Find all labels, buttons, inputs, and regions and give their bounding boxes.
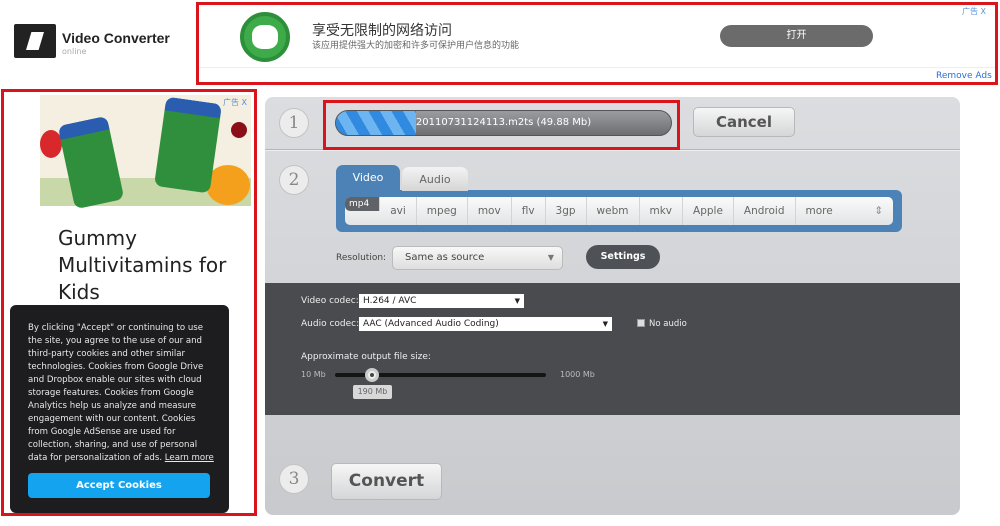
- slider-max-label: 1000 Mb: [560, 370, 595, 379]
- slider-handle[interactable]: [365, 368, 379, 382]
- video-codec-value: H.264 / AVC: [363, 296, 417, 306]
- video-codec-label: Video codec:: [301, 296, 359, 306]
- audio-codec-value: AAC (Advanced Audio Coding): [363, 319, 499, 329]
- tab-audio[interactable]: Audio: [402, 167, 468, 191]
- resolution-value: Same as source: [405, 252, 485, 263]
- format-more[interactable]: more ⇕: [796, 197, 893, 225]
- slider-value-tooltip: 190 Mb: [353, 385, 392, 399]
- cookie-text: By clicking "Accept" or continuing to us…: [28, 322, 218, 465]
- convert-button[interactable]: Convert: [331, 463, 442, 500]
- app-subtitle: online: [62, 47, 87, 56]
- resolution-select[interactable]: Same as source ▼: [392, 246, 563, 270]
- no-audio-checkbox[interactable]: [637, 319, 645, 327]
- format-avi[interactable]: avi: [380, 197, 417, 225]
- format-label: more: [805, 205, 833, 217]
- tab-video[interactable]: Video: [336, 165, 400, 191]
- slider-min-label: 10 Mb: [301, 370, 326, 379]
- ad-title[interactable]: 享受无限制的网络访问: [312, 20, 452, 40]
- upload-progress-bar: 20110731124113.m2ts (49.88 Mb): [335, 110, 672, 136]
- ad-choices-label[interactable]: 广告 X: [962, 6, 986, 17]
- settings-button[interactable]: Settings: [586, 245, 660, 269]
- step-number: 1: [279, 108, 309, 138]
- app-title[interactable]: Video Converter: [62, 30, 170, 46]
- learn-more-link[interactable]: Learn more: [165, 453, 214, 463]
- format-3gp[interactable]: 3gp: [546, 197, 587, 225]
- ad-choices-label[interactable]: 广告 X: [223, 97, 247, 108]
- panda-app-icon[interactable]: [240, 12, 290, 62]
- format-webm[interactable]: webm: [587, 197, 640, 225]
- format-list: mp4 avi mpeg mov flv 3gp webm mkv Apple Android mo…: [345, 197, 893, 225]
- format-mp4[interactable]: mp4: [345, 197, 381, 211]
- step-number: 2: [279, 165, 309, 195]
- divider: [199, 67, 995, 68]
- ad-label: 广告: [223, 98, 239, 107]
- cancel-button[interactable]: Cancel: [693, 107, 795, 137]
- format-mkv[interactable]: mkv: [640, 197, 684, 225]
- accept-cookies-button[interactable]: Accept Cookies: [28, 473, 210, 498]
- chevron-down-icon: ▼: [547, 253, 554, 262]
- format-apple[interactable]: Apple: [683, 197, 734, 225]
- audio-codec-select[interactable]: AAC (Advanced Audio Coding) ▼: [359, 317, 612, 331]
- remove-ads-link[interactable]: Remove Ads: [936, 71, 992, 81]
- format-mov[interactable]: mov: [468, 197, 512, 225]
- ad-headline[interactable]: Gummy Multivitamins for Kids: [58, 225, 248, 306]
- chevron-down-icon: ▼: [602, 320, 608, 328]
- format-mpeg[interactable]: mpeg: [417, 197, 468, 225]
- ad-open-button[interactable]: 打开: [720, 25, 873, 47]
- file-size-label: Approximate output file size:: [301, 352, 431, 362]
- no-audio-label: No audio: [649, 319, 687, 329]
- format-flv[interactable]: flv: [512, 197, 546, 225]
- step-number: 3: [279, 464, 309, 494]
- ad-description: 该应用提供强大的加密和许多可保护用户信息的功能: [312, 41, 520, 51]
- format-android[interactable]: Android: [734, 197, 796, 225]
- select-arrows-icon: ⇕: [874, 205, 883, 217]
- cherry-image: [231, 122, 247, 138]
- audio-codec-label: Audio codec:: [301, 319, 360, 329]
- ad-close-icon[interactable]: X: [981, 7, 986, 16]
- divider: [265, 150, 960, 151]
- chevron-down-icon: ▼: [514, 297, 520, 305]
- cookie-message: By clicking "Accept" or continuing to us…: [28, 323, 204, 463]
- resolution-label: Resolution:: [336, 253, 387, 263]
- file-name: 20110731124113.m2ts (49.88 Mb): [415, 117, 592, 128]
- video-codec-select[interactable]: H.264 / AVC ▼: [359, 294, 524, 308]
- ad-close-icon[interactable]: X: [242, 98, 247, 107]
- ad-label: 广告: [962, 7, 978, 16]
- logo-icon[interactable]: [14, 24, 56, 58]
